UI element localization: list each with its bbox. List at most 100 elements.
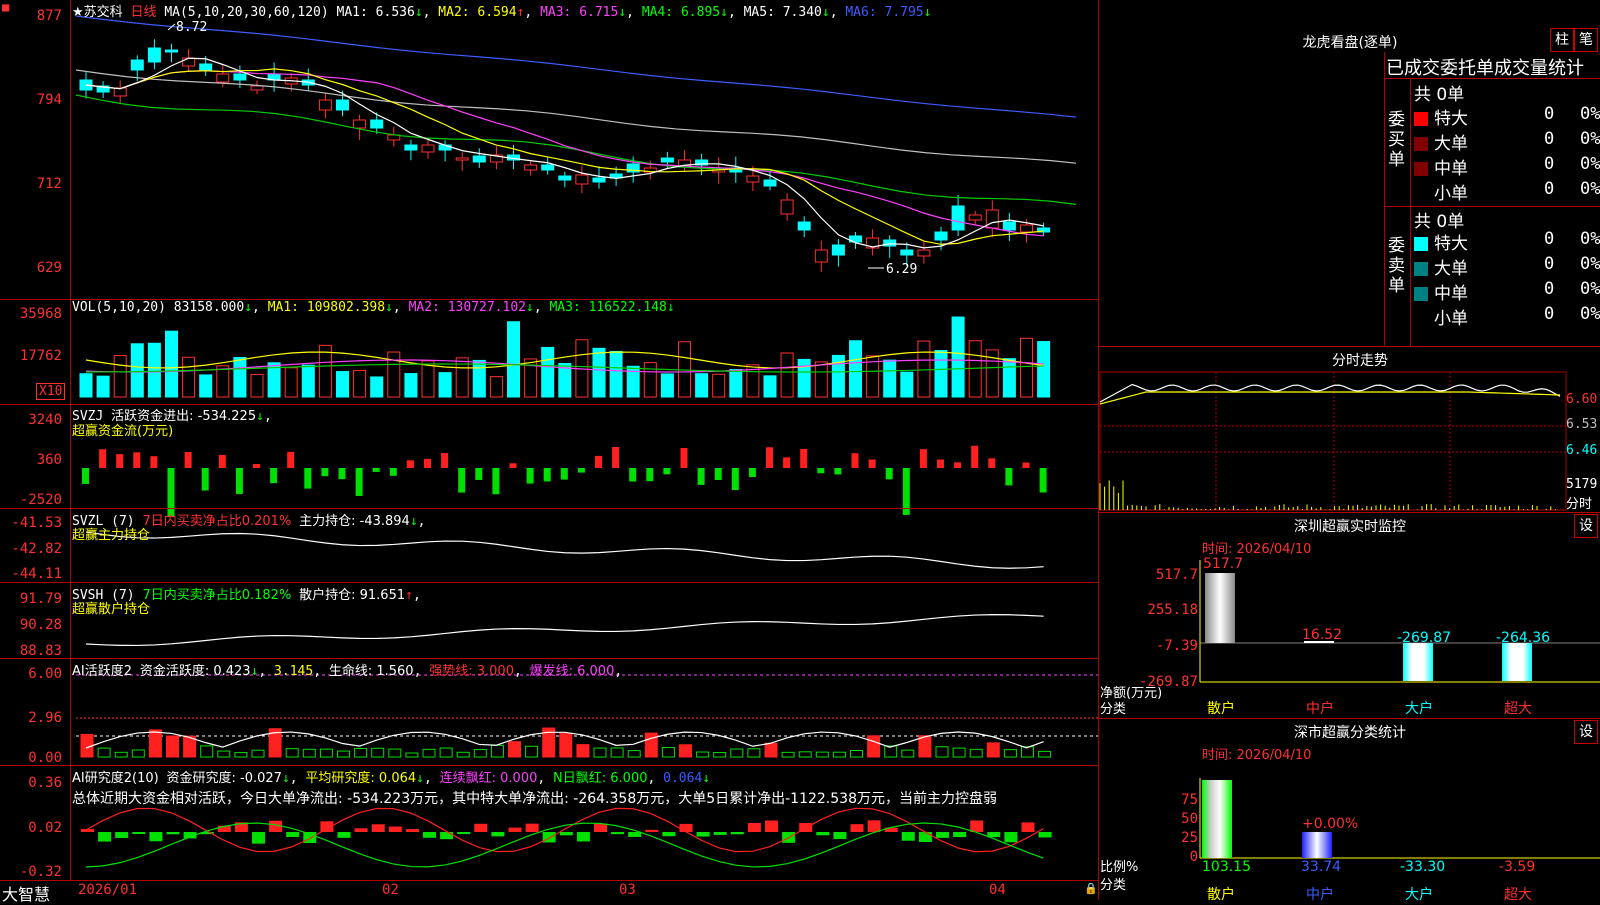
activity-bar	[166, 735, 179, 758]
candle-body	[592, 177, 606, 183]
research-bar	[833, 832, 847, 840]
period-label[interactable]: 日线	[130, 5, 156, 20]
buy-total: 共 0单	[1414, 85, 1465, 105]
row-pct: 0%	[1580, 179, 1600, 199]
classify-axis-label: 25	[1181, 830, 1198, 846]
candle-body	[1002, 221, 1016, 231]
volume-bar	[472, 359, 486, 398]
activity-bar	[371, 747, 385, 758]
main-holding-line	[85, 531, 1044, 569]
classify-settings-button[interactable]: 设	[1574, 720, 1598, 744]
activity-bar	[781, 751, 795, 758]
volume-bar	[336, 371, 349, 398]
ma4-line	[75, 94, 1077, 205]
research-bar	[1038, 832, 1052, 838]
research-bar	[901, 832, 915, 841]
vol-unit-badge[interactable]: X10	[36, 383, 66, 400]
monitor-value-label: -269.87	[1397, 630, 1452, 646]
flow-bar	[1022, 462, 1030, 468]
price-axis-label: 794	[36, 92, 62, 108]
volume-bar	[609, 350, 623, 398]
divider	[1098, 718, 1600, 719]
research-bar	[423, 832, 436, 838]
research-bar	[98, 832, 112, 842]
activity-bar	[952, 747, 966, 758]
volume-bar	[712, 373, 726, 398]
volume-bar	[729, 369, 743, 398]
activity-bar	[730, 748, 744, 758]
research-bar	[867, 820, 881, 832]
candle-body	[558, 175, 572, 181]
volume-bar	[643, 362, 657, 398]
monitor-settings-button[interactable]: 设	[1574, 514, 1598, 538]
tick-view-button[interactable]: 笔	[1574, 28, 1598, 52]
volume-bar	[199, 374, 213, 398]
volume-bar	[113, 355, 127, 398]
price-axis-label: 629	[36, 260, 62, 276]
flow-bar	[526, 468, 534, 484]
row-name: 小单	[1434, 184, 1468, 204]
flow-bar	[372, 468, 380, 472]
ai2-nday: N日飘红: 6.000	[553, 771, 648, 786]
ai2-axis-label: -0.32	[19, 864, 62, 880]
research-bar	[747, 822, 761, 832]
research-bar	[132, 832, 146, 835]
activity-bar	[200, 745, 214, 758]
lock-icon[interactable]: 🔒	[1084, 882, 1098, 895]
monitor-category-label: 散户	[1207, 701, 1235, 717]
flow-bar	[629, 468, 637, 482]
volume-bar	[79, 373, 93, 398]
row-name: 大单	[1434, 259, 1468, 279]
dragon-tabs[interactable]: 已成交委托单成交量统计	[1386, 54, 1584, 80]
research-bar	[970, 820, 984, 832]
row-pct: 0%	[1580, 129, 1600, 149]
ai1-life: 生命线: 1.560	[328, 664, 414, 679]
flow-bar	[885, 468, 893, 480]
classify-xlabel: 分类	[1100, 878, 1127, 893]
color-swatch	[1414, 187, 1428, 201]
intraday-avg-line	[1099, 391, 1561, 405]
volume-bar	[541, 346, 555, 398]
low-label: 6.29	[886, 262, 918, 277]
svzj-axis-label: -2520	[19, 492, 62, 508]
research-bar	[953, 832, 967, 838]
volume-bar	[814, 361, 828, 398]
candle-body	[575, 174, 589, 185]
volume-bar	[353, 369, 367, 398]
activity-bar	[354, 747, 368, 758]
volume-bar	[695, 373, 709, 398]
brand-label[interactable]: 大智慧	[2, 881, 50, 905]
activity-bar	[131, 749, 145, 758]
flow-bar	[184, 451, 192, 468]
candle-body	[421, 144, 435, 153]
svzl-pct: 7日内买卖净占比0.201%	[142, 514, 292, 529]
research-bar	[440, 832, 454, 840]
volume-bar	[301, 364, 315, 398]
flow-bar	[304, 468, 312, 489]
research-bar	[1004, 832, 1018, 843]
flow-bar	[201, 468, 209, 491]
activity-bar	[319, 748, 333, 758]
activity-bar	[610, 747, 624, 758]
research-bar	[730, 832, 744, 835]
intraday-title: 分时走势	[1332, 353, 1388, 369]
classify-bar	[1202, 780, 1232, 858]
divider	[1098, 512, 1600, 513]
candle-body	[455, 157, 469, 161]
ai1-header: AI活跃度2 资金活跃度: 0.423↓, 3.145, 生命线: 1.560,…	[72, 664, 623, 679]
color-swatch	[1414, 162, 1428, 176]
volume-bar	[318, 344, 332, 398]
ai2-avg: 平均研究度: 0.064	[305, 771, 417, 786]
activity-bar	[1038, 750, 1052, 758]
candle-body	[746, 175, 760, 183]
flow-bar	[680, 447, 688, 468]
flow-bar	[355, 468, 363, 496]
research-bar	[765, 820, 778, 832]
flow-bar	[1005, 468, 1013, 486]
stock-name[interactable]: ★苏交科	[72, 5, 123, 20]
volume-bar	[660, 373, 674, 398]
row-count: 0	[1544, 229, 1555, 249]
flow-bar	[800, 448, 808, 468]
bar-view-button[interactable]: 柱	[1550, 28, 1574, 52]
color-swatch	[1414, 112, 1428, 126]
